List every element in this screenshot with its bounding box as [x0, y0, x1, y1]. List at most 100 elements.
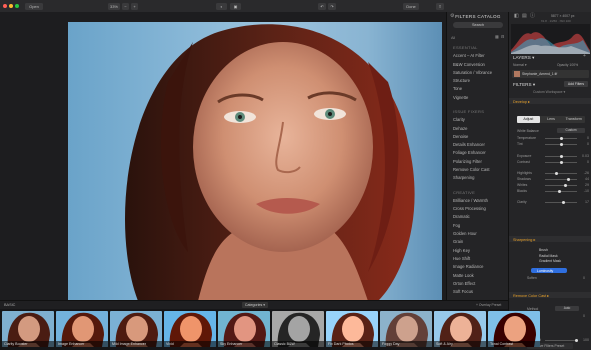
compare-icon[interactable]: ◐ [216, 2, 227, 10]
catalog-filter-item[interactable]: Dramatic [453, 214, 507, 219]
zoom-window-button[interactable] [15, 4, 19, 8]
search-input[interactable]: Search [453, 22, 503, 28]
catalog-filter-item[interactable]: Golden Hour [453, 231, 507, 236]
grid-view-icon[interactable]: ▦ [495, 34, 499, 40]
catalog-filter-item[interactable]: Accent – AI Filter [453, 53, 507, 58]
slider-knob[interactable] [559, 161, 563, 164]
preset-thumbnail[interactable]: Soft & Airy [434, 311, 486, 347]
layer-row[interactable]: Stephanie_Amend_1.tif [512, 70, 589, 78]
catalog-filter-item[interactable]: High Key [453, 248, 507, 253]
mask-menu-item[interactable]: Brush [539, 248, 548, 252]
catalog-filter-item[interactable]: Saturation / Vibrance [453, 70, 507, 75]
adjustment-slider[interactable] [545, 143, 577, 146]
layers-tab-icon[interactable]: ◧ [514, 13, 519, 19]
soften-label: Soften [527, 276, 537, 280]
develop-tab[interactable]: Lens [540, 116, 563, 123]
zoom-in-button[interactable]: + [131, 2, 138, 10]
slider-knob[interactable] [560, 155, 564, 158]
workspace-selector[interactable]: Custom Workspace ▾ [533, 90, 565, 94]
luminosity-mask-item[interactable]: Luminosity [531, 268, 567, 273]
slider-knob[interactable] [566, 178, 570, 181]
develop-tab[interactable]: Transform [562, 116, 585, 123]
overlay-preset-button[interactable]: + Overlay Preset [476, 302, 506, 308]
open-button[interactable]: Open [25, 2, 43, 10]
adjustment-slider[interactable] [545, 201, 577, 204]
preset-thumbnail[interactable]: Classic B&W [272, 311, 324, 347]
zoom-level-button[interactable]: 33% [108, 2, 120, 10]
filters-amount-slider[interactable] [545, 339, 578, 342]
preset-thumbnail[interactable]: Sky Enhancer [218, 311, 270, 347]
catalog-filter-item[interactable]: Vignette [453, 95, 507, 100]
filters-title[interactable]: FILTERS ▾ [513, 82, 535, 88]
catalog-filter-item[interactable]: Sharpening [453, 175, 507, 180]
minimize-window-button[interactable] [9, 4, 13, 8]
slider-knob[interactable] [562, 201, 566, 204]
catalog-filter-item[interactable]: Hue Shift [453, 256, 507, 261]
catalog-filter-item[interactable]: Denoise [453, 134, 507, 139]
sharpening-header[interactable]: Sharpening ▸ [509, 236, 591, 242]
adjustment-slider[interactable] [545, 178, 577, 181]
develop-header[interactable]: Develop ▸ [509, 98, 591, 104]
adjustment-slider[interactable] [545, 184, 577, 187]
adjustment-slider[interactable] [545, 161, 577, 164]
preset-thumbnail[interactable]: Vivid [164, 311, 216, 347]
mask-menu-item[interactable]: Radial Mask [539, 254, 558, 258]
slider-knob[interactable] [555, 172, 559, 175]
slider-knob[interactable] [559, 143, 563, 146]
catalog-filter-item[interactable]: Brilliance / Warmth [453, 198, 507, 203]
preset-thumbnail[interactable]: Mild Image Enhancer [110, 311, 162, 347]
slider-knob[interactable] [557, 190, 561, 193]
close-window-button[interactable] [3, 4, 7, 8]
adjustment-slider[interactable] [545, 172, 577, 175]
develop-tab[interactable]: Adjust [517, 116, 540, 123]
mask-menu-item[interactable]: Gradient Mask [539, 259, 561, 263]
opacity-label[interactable]: Opacity 100% [557, 63, 578, 67]
zoom-out-button[interactable]: − [122, 2, 129, 10]
white-balance-select[interactable]: Custom [557, 128, 585, 133]
info-tab-icon[interactable]: ⓘ [530, 13, 535, 19]
catalog-filter-item[interactable]: Remove Color Cast [453, 167, 507, 172]
catalog-filter-item[interactable]: Structure [453, 78, 507, 83]
add-filters-button[interactable]: Add Filters [564, 81, 588, 87]
catalog-filter-item[interactable]: Matte Look [453, 273, 507, 278]
catalog-filter-item[interactable]: B&W Conversion [453, 62, 507, 67]
preset-thumbnail[interactable]: Fix Dark Photos [326, 311, 378, 347]
catalog-filter-item[interactable]: Foliage Enhancer [453, 150, 507, 155]
catalog-filter-item[interactable]: Grain [453, 239, 507, 244]
layers-title[interactable]: LAYERS ▾ [513, 55, 534, 61]
history-icon[interactable]: ▣ [230, 2, 241, 10]
collapse-icon[interactable]: ⊟ [501, 34, 504, 40]
catalog-filter-item[interactable]: Cross Processing [453, 206, 507, 211]
method-select[interactable]: Auto [555, 306, 579, 311]
adjustment-slider[interactable] [545, 137, 577, 140]
catalog-filter-item[interactable]: Clarity [453, 117, 507, 122]
preset-thumbnail[interactable]: Image Enhancer [56, 311, 108, 347]
slider-knob[interactable] [563, 184, 567, 187]
catalog-filter-item[interactable]: Tone [453, 86, 507, 91]
preset-thumbnail[interactable]: Tonal Contrast [488, 311, 540, 347]
all-filters-label[interactable]: All [451, 36, 455, 40]
catalog-filter-item[interactable]: Soft Focus [453, 289, 507, 294]
settings-icon[interactable]: ⚙ [450, 13, 454, 19]
add-layer-icon[interactable]: + [583, 53, 586, 59]
catalog-filter-item[interactable]: Orton Effect [453, 281, 507, 286]
adjustment-slider[interactable] [545, 190, 577, 193]
remove-color-cast-header[interactable]: Remove Color Cast ▸ [509, 292, 591, 298]
share-icon[interactable]: ⇪ [436, 2, 444, 10]
catalog-filter-item[interactable]: Details Enhancer [453, 142, 507, 147]
export-button[interactable]: Done [403, 2, 419, 10]
preset-thumbnail[interactable]: Foggy Day [380, 311, 432, 347]
categories-button[interactable]: Categories ▾ [242, 302, 268, 308]
catalog-filter-item[interactable]: Image Radiance [453, 264, 507, 269]
catalog-filter-item[interactable]: Polarizing Filter [453, 159, 507, 164]
image-canvas[interactable] [0, 12, 446, 301]
slider-knob[interactable] [559, 137, 563, 140]
canvas-tab-icon[interactable]: ▤ [522, 13, 527, 19]
adjustment-slider[interactable] [545, 155, 577, 158]
redo-icon[interactable]: ↷ [328, 2, 336, 10]
preset-thumbnail[interactable]: Clarity Booster [2, 311, 54, 347]
undo-icon[interactable]: ↶ [318, 2, 326, 10]
preset-label: Soft & Airy [434, 341, 486, 347]
catalog-filter-item[interactable]: Fog [453, 223, 507, 228]
catalog-filter-item[interactable]: Dehaze [453, 126, 507, 131]
